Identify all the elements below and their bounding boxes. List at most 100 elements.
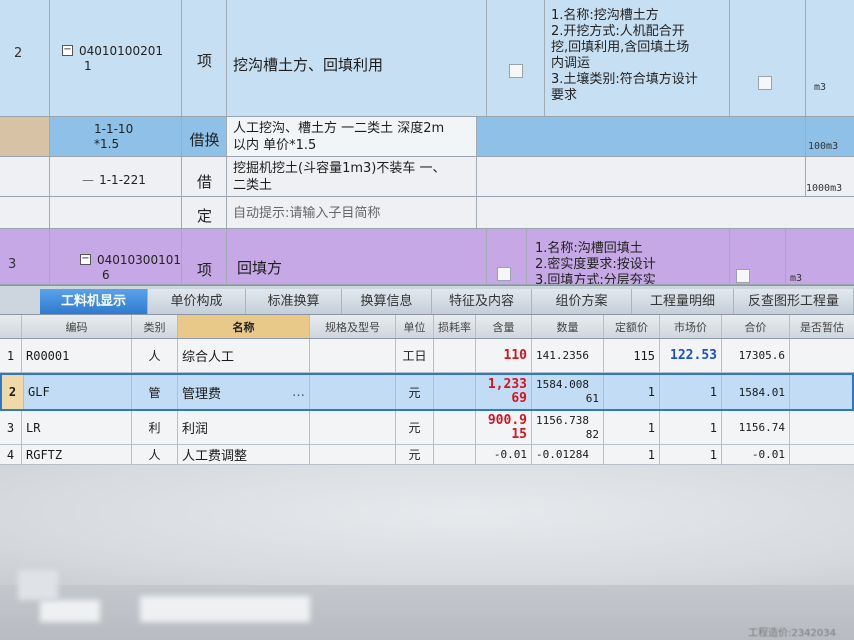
cell-unit[interactable]: 元	[396, 445, 434, 464]
cell-content[interactable]: -0.01	[476, 445, 532, 464]
cell-market-price[interactable]: 122.53	[660, 339, 722, 372]
cell-spec[interactable]	[310, 375, 396, 409]
cell-total[interactable]: 17305.6	[722, 339, 790, 372]
cell-loss[interactable]	[434, 375, 476, 409]
cell-provisional[interactable]	[790, 339, 854, 372]
tab-conversion-info[interactable]: 换算信息	[342, 289, 432, 314]
cell-quota-price[interactable]: 1	[604, 411, 660, 444]
col-header-market-price[interactable]: 市场价	[660, 315, 722, 338]
cell-name[interactable]: 利润	[178, 411, 310, 444]
cell-loss[interactable]	[434, 411, 476, 444]
name-cell[interactable]: 自动提示:请输入子目简称	[227, 197, 477, 228]
cell-spec[interactable]	[310, 339, 396, 372]
cell-provisional[interactable]	[790, 411, 854, 444]
name-cell[interactable]: 回填方	[227, 229, 487, 284]
tab-features[interactable]: 特征及内容	[432, 289, 532, 314]
spec-cell[interactable]	[487, 0, 545, 116]
name-cell[interactable]: 人工挖沟、槽土方 一二类土 深度2m 以内 单价*1.5	[227, 117, 477, 156]
spec-cell[interactable]	[487, 229, 527, 284]
cell-total[interactable]: 1584.01	[722, 375, 790, 409]
col-header-category[interactable]: 类别	[132, 315, 178, 338]
cell-code[interactable]: GLF	[24, 375, 132, 409]
table-row[interactable]: 4 RGFTZ 人 人工费调整 元 -0.01 -0.01284 1 1 -0.…	[0, 445, 854, 465]
col-header-name[interactable]: 名称	[178, 315, 310, 338]
col-header-loss[interactable]: 损耗率	[434, 315, 476, 338]
cell-quota-price[interactable]: 115	[604, 339, 660, 372]
tab-unit-price[interactable]: 单价构成	[148, 289, 246, 314]
checkbox[interactable]	[736, 269, 750, 283]
features-cell[interactable]: 1.名称:挖沟槽土方 2.开挖方式:人机配合开 挖,回填利用,含回填土场 内调运…	[545, 0, 730, 116]
cell-code[interactable]: LR	[22, 411, 132, 444]
cell-category[interactable]: 人	[132, 445, 178, 464]
cell-content[interactable]: 900.9 15	[476, 411, 532, 444]
checkbox[interactable]	[497, 267, 511, 281]
col-header-unit[interactable]: 单位	[396, 315, 434, 338]
col-header-spec[interactable]: 规格及型号	[310, 315, 396, 338]
flag-cell[interactable]	[730, 0, 806, 116]
code-cell[interactable]: −04010300101 6	[50, 229, 182, 284]
bill-item-row[interactable]: 2 −04010100201 1 项 挖沟槽土方、回填利用 1.名称:挖沟槽土方	[0, 0, 854, 117]
tab-quantity-detail[interactable]: 工程量明细	[632, 289, 734, 314]
col-header-total[interactable]: 合价	[722, 315, 790, 338]
col-header-code[interactable]: 编码	[22, 315, 132, 338]
cell-quota-price[interactable]: 1	[604, 375, 660, 409]
cell-spec[interactable]	[310, 445, 396, 464]
cell-name[interactable]: 综合人工	[178, 339, 310, 372]
cell-quantity[interactable]: 1584.008 61	[532, 375, 604, 409]
col-header-quantity[interactable]: 数量	[532, 315, 604, 338]
tab-resource-display[interactable]: 工料机显示	[40, 289, 148, 314]
quota-subitem-row[interactable]: 1-1-10 *1.5 借换 人工挖沟、槽土方 一二类土 深度2m 以内 单价*…	[0, 117, 854, 157]
cell-content[interactable]: 1,233 69	[476, 375, 532, 409]
cell-category[interactable]: 人	[132, 339, 178, 372]
col-header-content[interactable]: 含量	[476, 315, 532, 338]
table-row[interactable]: 1 R00001 人 综合人工 工日 110 141.2356 115 122.…	[0, 339, 854, 373]
cell-spec[interactable]	[310, 411, 396, 444]
more-icon[interactable]: …	[292, 385, 305, 400]
collapse-icon[interactable]: −	[80, 254, 91, 265]
table-row[interactable]: 3 LR 利 利润 元 900.9 15 1156.738 82 1 1 115…	[0, 411, 854, 445]
cell-content[interactable]: 110	[476, 339, 532, 372]
cell-quota-price[interactable]: 1	[604, 445, 660, 464]
code-cell[interactable]: 1-1-10 *1.5	[50, 117, 182, 156]
cell-name[interactable]: 管理费 …	[178, 375, 310, 409]
cell-quantity[interactable]: 141.2356	[532, 339, 604, 372]
cell-loss[interactable]	[434, 339, 476, 372]
cell-code[interactable]: RGFTZ	[22, 445, 132, 464]
collapse-icon[interactable]: −	[62, 45, 73, 56]
cell-unit[interactable]: 元	[396, 411, 434, 444]
cell-unit[interactable]: 工日	[396, 339, 434, 372]
flag-cell[interactable]	[730, 229, 786, 284]
cell-category[interactable]: 利	[132, 411, 178, 444]
checkbox[interactable]	[758, 76, 772, 90]
cell-code[interactable]: R00001	[22, 339, 132, 372]
quota-subitem-row[interactable]: 定 自动提示:请输入子目简称	[0, 197, 854, 229]
cell-provisional[interactable]	[790, 445, 854, 464]
code-cell[interactable]: −04010100201 1	[50, 0, 182, 116]
cell-category[interactable]: 管	[132, 375, 178, 409]
cell-total[interactable]: -0.01	[722, 445, 790, 464]
cell-quantity[interactable]: -0.01284	[532, 445, 604, 464]
col-header-provisional[interactable]: 是否暂估	[790, 315, 854, 338]
cell-loss[interactable]	[434, 445, 476, 464]
tab-standard-conversion[interactable]: 标准换算	[246, 289, 342, 314]
cell-market-price[interactable]: 1	[660, 411, 722, 444]
name-cell[interactable]: 挖掘机挖土(斗容量1m3)不装车 一、 二类土	[227, 157, 477, 196]
features-cell[interactable]: 1.名称:沟槽回填土 2.密实度要求:按设计 3.回填方式:分层夯实	[527, 229, 730, 284]
col-header-quota-price[interactable]: 定额价	[604, 315, 660, 338]
cell-name[interactable]: 人工费调整	[178, 445, 310, 464]
quota-subitem-row[interactable]: — 1-1-221 借 挖掘机挖土(斗容量1m3)不装车 一、 二类土 1000…	[0, 157, 854, 197]
tab-graphic-quantity[interactable]: 反查图形工程量	[734, 289, 854, 314]
cell-unit[interactable]: 元	[396, 375, 434, 409]
code-cell[interactable]	[50, 197, 182, 228]
code-cell[interactable]: — 1-1-221	[50, 157, 182, 196]
name-cell[interactable]: 挖沟槽土方、回填利用	[227, 0, 487, 116]
tab-pricing-scheme[interactable]: 组价方案	[532, 289, 632, 314]
checkbox[interactable]	[509, 64, 523, 78]
cell-quantity[interactable]: 1156.738 82	[532, 411, 604, 444]
cell-market-price[interactable]: 1	[660, 375, 722, 409]
cell-provisional[interactable]	[790, 375, 852, 409]
cell-total[interactable]: 1156.74	[722, 411, 790, 444]
table-row-selected[interactable]: 2 GLF 管 管理费 … 元 1,233 69 1584.008 61 1 1…	[0, 373, 854, 411]
bill-item-row[interactable]: 3 −04010300101 6 项 回填方 1.名称:沟槽回填土 2.密实度要…	[0, 229, 854, 285]
cell-market-price[interactable]: 1	[660, 445, 722, 464]
